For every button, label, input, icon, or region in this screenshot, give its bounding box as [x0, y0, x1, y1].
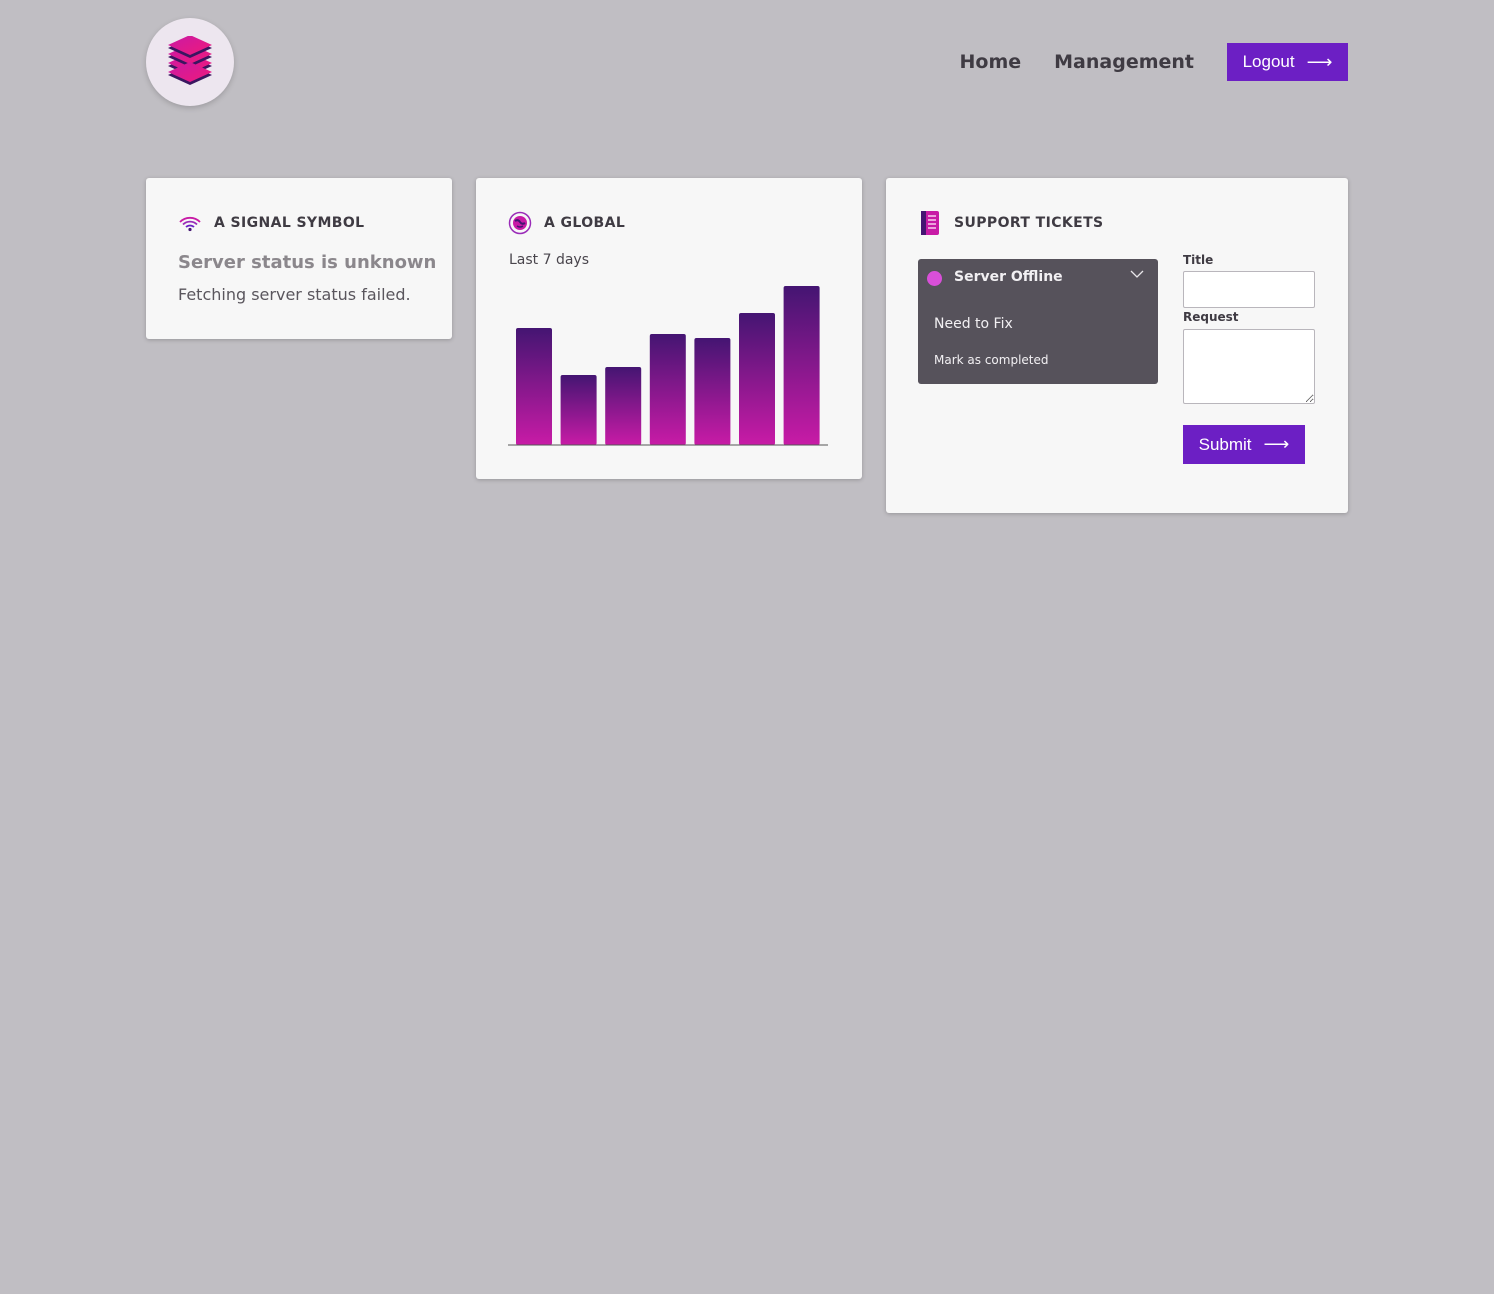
logo[interactable] — [146, 18, 234, 106]
status-message: Fetching server status failed. — [178, 285, 411, 304]
nav-management-link[interactable]: Management — [1054, 51, 1194, 73]
card-header: A GLOBAL — [508, 211, 625, 235]
request-label: Request — [1183, 310, 1239, 324]
chevron-down-icon[interactable] — [1130, 269, 1144, 279]
status-title: Server status is unknown — [178, 252, 437, 273]
chart-bar-4 — [649, 334, 686, 445]
submit-label: Submit — [1198, 434, 1252, 454]
layers-logo-icon — [168, 36, 212, 85]
global-chart-card: A GLOBAL Last 7 days — [476, 178, 862, 479]
logout-button[interactable]: Logout ⟶ — [1227, 43, 1348, 81]
arrow-right-icon: ⟶ — [1306, 51, 1333, 72]
chart-bar-1 — [516, 328, 552, 445]
ticket-description: Need to Fix — [934, 316, 1013, 332]
chart-subtitle: Last 7 days — [509, 252, 590, 268]
chart-bar-3 — [605, 367, 642, 445]
server-status-card: A SIGNAL SYMBOL Server status is unknown… — [146, 178, 452, 339]
main-nav: Home Management Logout ⟶ — [960, 43, 1348, 81]
request-textarea[interactable] — [1183, 329, 1315, 404]
support-tickets-card: SUPPORT TICKETS Server Offline Need to F… — [886, 178, 1348, 513]
card-title: SUPPORT TICKETS — [954, 215, 1104, 231]
card-header: SUPPORT TICKETS — [918, 211, 1104, 235]
mark-completed-link[interactable]: Mark as completed — [934, 353, 1049, 367]
signal-icon — [178, 211, 202, 235]
chart-bar-7 — [783, 286, 820, 445]
header: Home Management Logout ⟶ — [146, 18, 1348, 106]
logout-label: Logout — [1242, 52, 1295, 71]
submit-button[interactable]: Submit ⟶ — [1183, 425, 1305, 464]
title-label: Title — [1183, 253, 1214, 267]
ticket-title: Server Offline — [954, 269, 1063, 285]
globe-icon — [508, 211, 532, 235]
chart-bar-2 — [560, 375, 597, 445]
nav-home-link[interactable]: Home — [960, 51, 1022, 73]
title-input[interactable] — [1183, 271, 1315, 308]
ticket-status-dot — [927, 271, 942, 286]
bar-chart — [508, 286, 828, 446]
chart-bar-6 — [739, 313, 775, 445]
notebook-icon — [918, 211, 942, 235]
ticket-item[interactable]: Server Offline Need to Fix Mark as compl… — [918, 259, 1158, 384]
chart-bar-5 — [694, 338, 731, 445]
card-title: A GLOBAL — [544, 215, 626, 231]
card-header: A SIGNAL SYMBOL — [178, 211, 364, 235]
arrow-right-icon: ⟶ — [1263, 434, 1290, 454]
card-title: A SIGNAL SYMBOL — [214, 215, 365, 231]
